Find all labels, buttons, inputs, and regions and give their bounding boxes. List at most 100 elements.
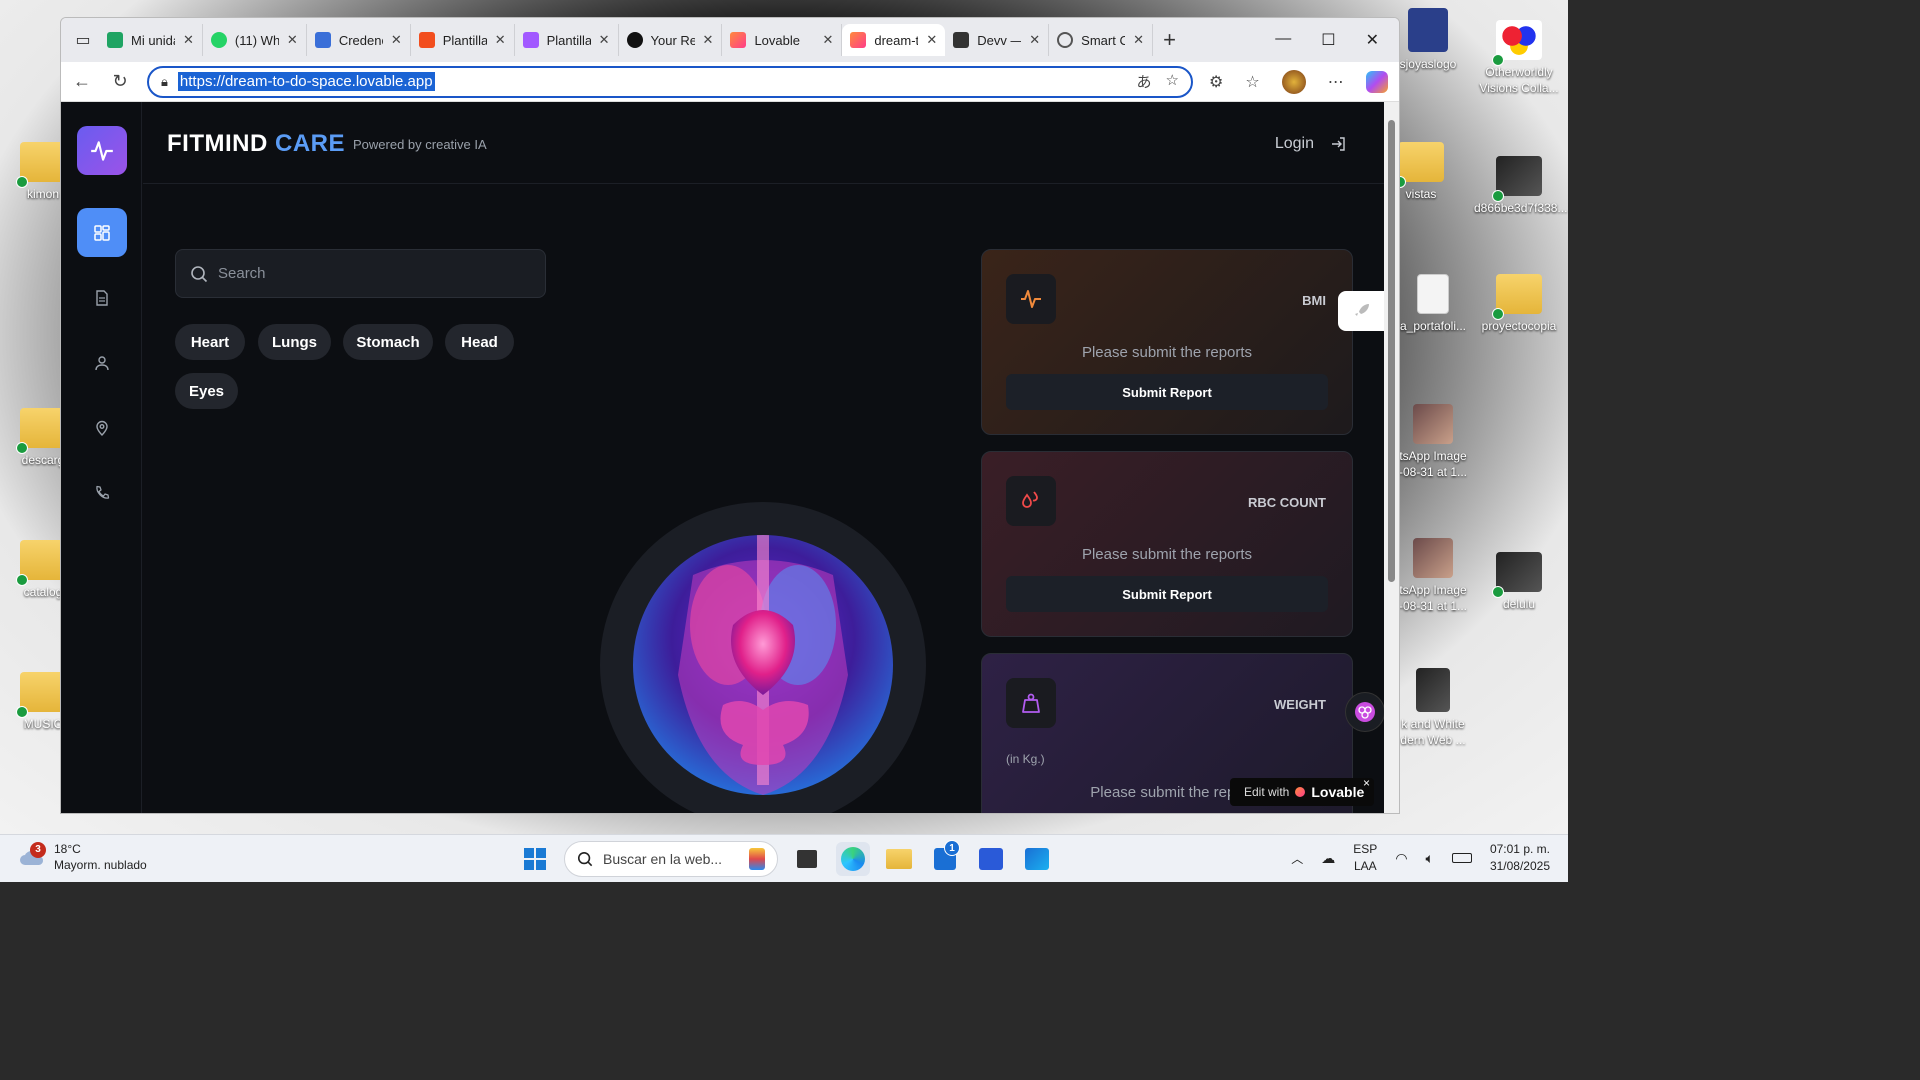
tab-mi-unidad[interactable]: Mi unida✕ xyxy=(99,24,203,56)
back-icon[interactable]: ← xyxy=(71,71,93,92)
taskbar-edge[interactable] xyxy=(836,842,870,876)
tab-github[interactable]: Your Rep✕ xyxy=(619,24,723,56)
tab-lovable[interactable]: Lovable ✕ xyxy=(722,24,843,56)
taskbar-file-explorer[interactable] xyxy=(882,842,916,876)
edit-with-lovable-badge[interactable]: Edit with Lovable × xyxy=(1230,776,1374,806)
search-highlight-icon xyxy=(749,848,765,870)
submit-report-button[interactable]: Submit Report xyxy=(1006,374,1328,410)
sidebar-item-reports[interactable] xyxy=(77,273,127,322)
maximize-icon[interactable]: ☐ xyxy=(1321,30,1335,50)
close-tab-icon[interactable]: ✕ xyxy=(391,32,402,48)
profile-avatar[interactable] xyxy=(1281,69,1306,94)
battery-icon[interactable] xyxy=(1451,853,1472,863)
card-message: Please submit the reports xyxy=(1081,546,1253,563)
sidebar-item-dashboard[interactable] xyxy=(77,208,127,257)
close-tab-icon[interactable]: ✕ xyxy=(287,32,298,48)
taskbar-outlook[interactable] xyxy=(1020,842,1054,876)
search-input[interactable] xyxy=(218,265,518,282)
chip-eyes[interactable]: Eyes xyxy=(175,373,238,409)
favorite-star-icon[interactable]: ☆ xyxy=(1166,71,1179,92)
edge-icon xyxy=(841,847,865,871)
close-tab-icon[interactable]: ✕ xyxy=(1133,32,1144,48)
url-text[interactable]: https://dream-to-do-space.lovable.app xyxy=(177,72,435,91)
brand-accent: CARE xyxy=(274,130,345,157)
scrollbar-thumb[interactable] xyxy=(1388,120,1395,582)
volume-icon[interactable]: 🔈︎ xyxy=(1426,850,1434,867)
url-field[interactable]: 🔒︎ https://dream-to-do-space.lovable.app… xyxy=(147,65,1193,98)
close-tab-icon[interactable]: ✕ xyxy=(703,32,714,48)
sidebar-item-profile[interactable] xyxy=(77,338,127,387)
tab-whatsapp[interactable]: (11) Wha✕ xyxy=(203,24,307,56)
chip-heart[interactable]: Heart xyxy=(175,324,245,360)
outlook-icon xyxy=(1025,848,1049,870)
start-button[interactable] xyxy=(518,842,552,876)
tab-dream-to-do[interactable]: dream-t ✕ xyxy=(842,24,946,56)
close-tab-icon[interactable]: ✕ xyxy=(926,32,937,48)
new-tab-button[interactable]: + xyxy=(1153,27,1186,53)
desktop-icon-proyectocopia[interactable]: proyectocopia xyxy=(1474,274,1564,334)
minimize-icon[interactable]: — xyxy=(1275,30,1291,50)
site-info-icon[interactable]: 🔒︎ xyxy=(161,74,168,90)
desktop-icon-black-white[interactable]: k and White dern Web ... xyxy=(1398,668,1468,748)
task-view-button[interactable] xyxy=(790,842,824,876)
desktop-icon-otherworldly[interactable]: Otherworldly Visions Colla... xyxy=(1474,20,1564,96)
chevron-up-icon[interactable]: ︿ xyxy=(1291,850,1303,867)
taskbar-store[interactable]: 1 xyxy=(928,840,962,876)
more-menu-icon[interactable]: ⋯ xyxy=(1328,72,1344,92)
language-indicator[interactable]: ESP LAA xyxy=(1353,841,1377,875)
sync-check-icon xyxy=(1492,586,1504,598)
clock[interactable]: 07:01 p. m. 31/08/2025 xyxy=(1490,841,1550,875)
chip-lungs[interactable]: Lungs xyxy=(258,324,331,360)
activity-icon xyxy=(1021,290,1041,308)
extensions-icon[interactable]: ⚙ xyxy=(1209,72,1223,92)
reload-icon[interactable]: ↻ xyxy=(109,71,131,92)
desktop-icon-d866[interactable]: d866be3d7f338... xyxy=(1474,156,1567,216)
publish-floating-button[interactable] xyxy=(1338,291,1386,331)
login-button[interactable]: Login xyxy=(1275,135,1346,153)
submit-report-button[interactable]: Submit Report xyxy=(1006,576,1328,612)
map-pin-icon xyxy=(96,420,108,436)
tab-smart[interactable]: Smart C ✕ xyxy=(1049,24,1154,56)
close-tab-icon[interactable]: ✕ xyxy=(822,32,833,48)
tab-actions-icon[interactable]: ▭ xyxy=(67,30,99,50)
favorites-icon[interactable]: ☆ xyxy=(1245,72,1259,92)
onedrive-icon[interactable]: ☁ xyxy=(1321,850,1335,867)
close-tab-icon[interactable]: ✕ xyxy=(1029,32,1040,48)
taskbar-search[interactable]: Buscar en la web... xyxy=(564,841,778,877)
brain-floating-button[interactable] xyxy=(1345,692,1385,732)
desktop-icon-whatsapp-image-1[interactable]: tsApp Image -08-31 at 1... xyxy=(1398,404,1468,480)
app-logo[interactable] xyxy=(77,126,127,175)
close-tab-icon[interactable]: ✕ xyxy=(495,32,506,48)
search-box[interactable] xyxy=(175,249,546,298)
taskbar-app-blue[interactable] xyxy=(974,842,1008,876)
read-aloud-icon[interactable]: あ xyxy=(1137,71,1152,92)
sidebar-item-contact[interactable] xyxy=(77,468,127,517)
desktop-icon-whatsapp-image-2[interactable]: tsApp Image -08-31 at 1... xyxy=(1398,538,1468,614)
chip-head[interactable]: Head xyxy=(445,324,514,360)
tab-credenciales[interactable]: Credenc✕ xyxy=(307,24,411,56)
sidebar-item-location[interactable] xyxy=(77,403,127,452)
chip-stomach[interactable]: Stomach xyxy=(343,324,433,360)
page-scrollbar[interactable] xyxy=(1384,102,1399,813)
desktop-icon-delulu[interactable]: delulu xyxy=(1474,552,1564,612)
tab-devv[interactable]: Devv — ✕ xyxy=(945,24,1050,56)
tab-plantillas-2[interactable]: Plantillas✕ xyxy=(515,24,619,56)
close-tab-icon[interactable]: ✕ xyxy=(599,32,610,48)
document-icon xyxy=(96,289,108,306)
close-tab-icon[interactable]: ✕ xyxy=(183,32,194,48)
app-icon xyxy=(979,848,1003,870)
tab-bar: ▭ Mi unida✕ (11) Wha✕ Credenc✕ Plantilla… xyxy=(61,18,1399,62)
close-badge-icon[interactable]: × xyxy=(1363,776,1370,790)
file-icon xyxy=(1417,274,1449,314)
desktop-icon-portafolio[interactable]: a_portafoli... xyxy=(1398,274,1468,334)
weather-widget[interactable]: 3 18°C Mayorm. nublado xyxy=(18,841,147,873)
desktop-icon-vistas[interactable]: vistas xyxy=(1394,142,1444,202)
desktop-icon-sjoyaslogo[interactable]: sjoyaslogo xyxy=(1398,8,1458,72)
sync-check-icon xyxy=(16,574,28,586)
sync-check-icon xyxy=(16,706,28,718)
copilot-icon[interactable] xyxy=(1365,70,1388,93)
activity-icon xyxy=(91,140,113,161)
tab-plantillas-1[interactable]: Plantillas✕ xyxy=(411,24,515,56)
close-window-icon[interactable]: ✕ xyxy=(1366,30,1379,50)
wifi-icon[interactable]: ◠ xyxy=(1395,850,1407,867)
